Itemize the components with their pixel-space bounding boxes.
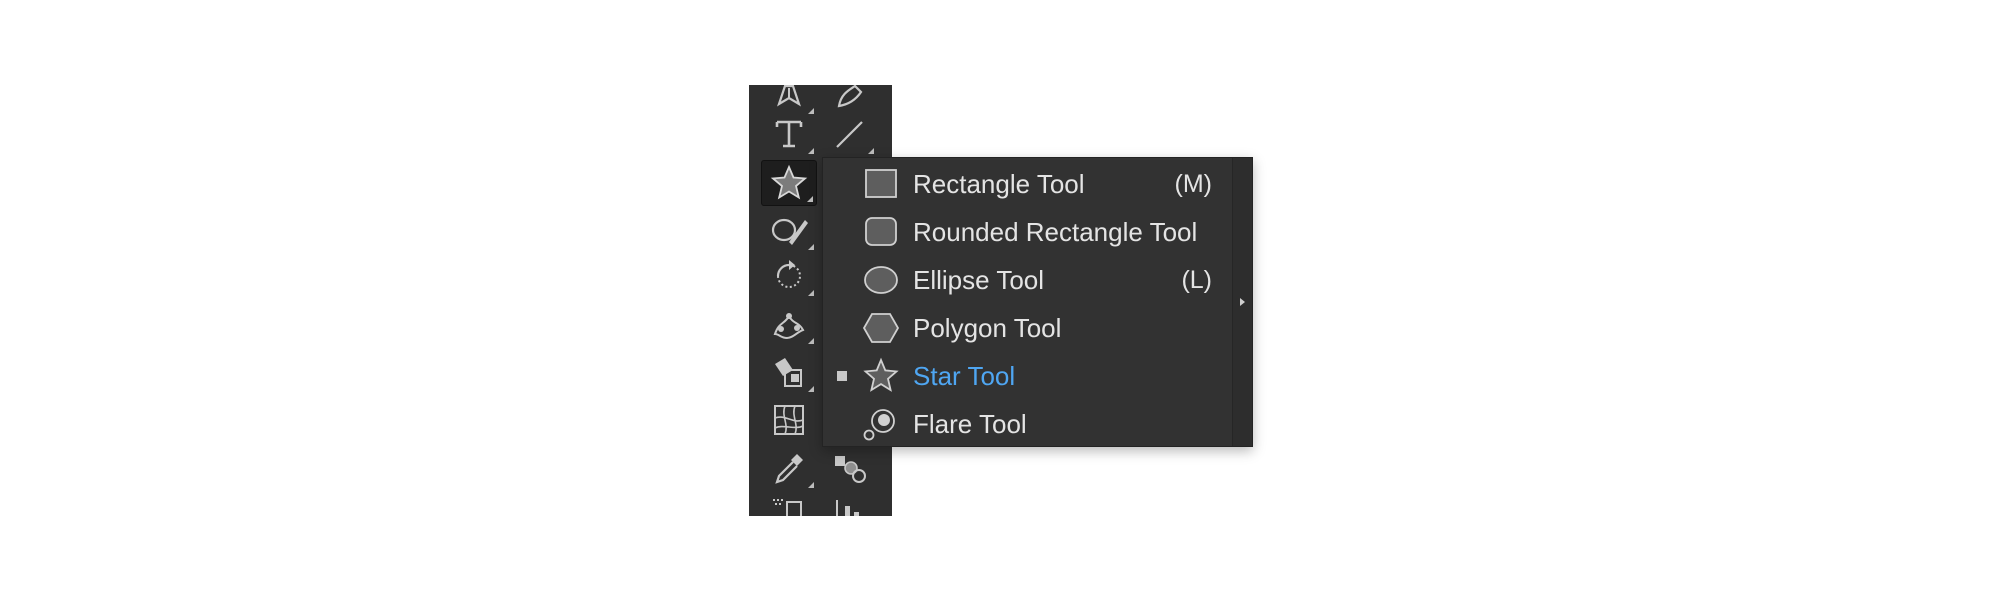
eyedropper-tool[interactable] [761, 445, 817, 491]
line-segment-tool[interactable] [821, 111, 877, 157]
menu-item-shortcut: (M) [1174, 170, 1212, 198]
rotate-tool-icon [776, 260, 801, 288]
blend-tool[interactable] [821, 445, 877, 491]
flare-icon [863, 407, 899, 441]
live-paint-bucket-tool[interactable] [761, 349, 817, 395]
menu-item-label: Polygon Tool [913, 313, 1062, 343]
curvature-tool-icon [837, 85, 863, 108]
type-tool-icon [775, 120, 803, 148]
menu-item-polygon-tool[interactable]: Polygon Tool [823, 304, 1234, 352]
star-tool[interactable] [761, 160, 817, 206]
shape-tools-flyout: Rectangle Tool (M) Rounded Rectangle Too… [822, 157, 1253, 447]
star-icon [863, 357, 899, 393]
current-tool-indicator [837, 371, 847, 381]
menu-item-rounded-rectangle-tool[interactable]: Rounded Rectangle Tool [823, 208, 1234, 256]
symbol-sprayer-tool[interactable] [761, 491, 817, 516]
menu-item-rectangle-tool[interactable]: Rectangle Tool (M) [823, 160, 1234, 208]
mesh-tool[interactable] [761, 397, 817, 443]
eyedropper-tool-icon [775, 454, 803, 484]
shaper-tool-icon [771, 218, 808, 245]
menu-item-label: Flare Tool [913, 409, 1027, 439]
menu-item-ellipse-tool[interactable]: Ellipse Tool (L) [823, 256, 1234, 304]
puppet-warp-tool-icon [773, 313, 805, 340]
line-segment-tool-icon [836, 121, 863, 148]
menu-item-star-tool[interactable]: Star Tool [823, 352, 1234, 400]
menu-item-label: Rectangle Tool [913, 169, 1085, 199]
menu-item-flare-tool[interactable]: Flare Tool [823, 400, 1234, 448]
ellipse-icon [863, 263, 899, 297]
column-graph-tool[interactable] [821, 491, 877, 516]
menu-item-label: Ellipse Tool [913, 265, 1045, 295]
blend-tool-icon [835, 456, 866, 483]
hexagon-icon [862, 311, 900, 345]
rectangle-icon [863, 167, 899, 201]
tearoff-bar[interactable] [1232, 158, 1252, 446]
shaper-tool[interactable] [761, 207, 817, 253]
menu-item-label: Rounded Rectangle Tool [913, 217, 1198, 247]
rounded-rectangle-icon [863, 215, 899, 249]
tearoff-arrow-icon [1240, 298, 1245, 306]
star-tool-icon [770, 164, 808, 200]
symbol-sprayer-tool-icon [773, 499, 802, 516]
mesh-tool-icon [774, 405, 804, 435]
type-tool[interactable] [761, 111, 817, 157]
rotate-tool[interactable] [761, 253, 817, 299]
live-paint-bucket-tool-icon [775, 358, 802, 387]
menu-item-label: Star Tool [913, 361, 1016, 391]
pen-tool-icon [777, 85, 801, 107]
column-graph-tool-icon [836, 500, 859, 516]
menu-item-shortcut: (L) [1181, 266, 1212, 294]
puppet-warp-tool[interactable] [761, 301, 817, 347]
